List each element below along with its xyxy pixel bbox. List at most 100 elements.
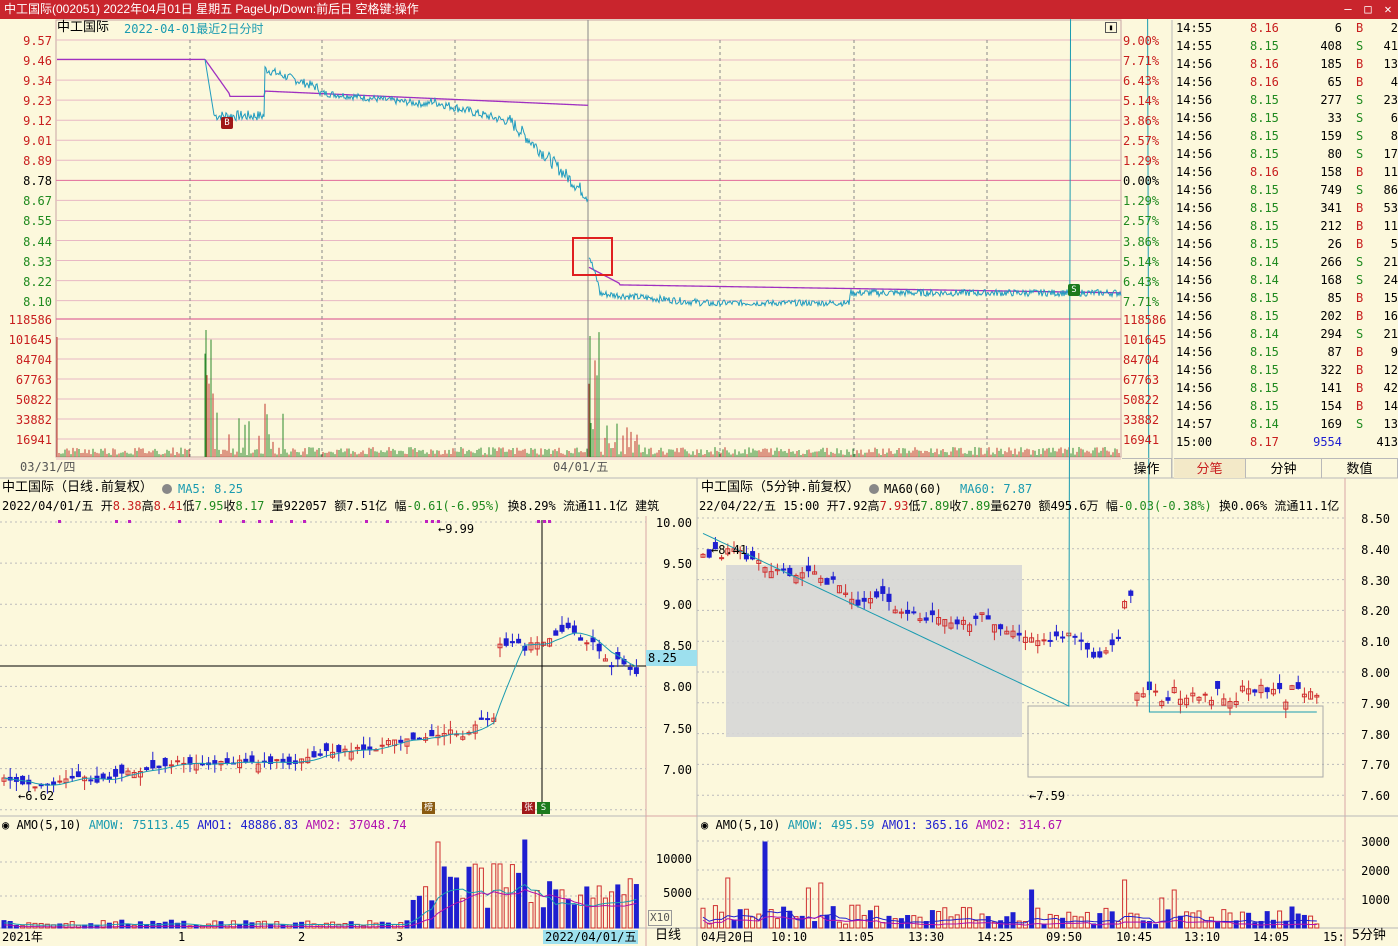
daily-candle [249, 755, 255, 763]
daily-period-label[interactable]: 日线 [655, 929, 681, 943]
tick-price: 8.14 [1250, 417, 1279, 431]
m5-candle [985, 615, 991, 620]
m5-amo-bar [1184, 911, 1190, 929]
m5-open-label: 开 [826, 499, 839, 513]
intraday-vol-label-5: 33882 [15, 413, 52, 427]
tick-count: 5 [1390, 237, 1398, 251]
m5-candle [880, 586, 886, 594]
tick-count: 9 [1390, 345, 1398, 359]
event-marker [270, 520, 273, 523]
m5-settings-icon[interactable] [869, 484, 879, 494]
m5-price-label-6: 7.90 [1361, 696, 1390, 711]
daily-badge-zhang[interactable]: 张 [522, 802, 535, 814]
m5-amo-bar [737, 909, 743, 929]
tick-time: 14:55 [1176, 21, 1213, 35]
daily-amo-bar [162, 921, 168, 929]
tick-price: 8.15 [1250, 129, 1279, 143]
minimize-button[interactable]: — [1338, 0, 1358, 19]
tick-price: 8.15 [1250, 147, 1279, 161]
daily-settings-icon[interactable] [162, 484, 172, 494]
tick-row: 14:56 8.16 158 B 11 [1174, 163, 1398, 181]
daily-candle [144, 767, 150, 771]
event-marker [548, 520, 551, 523]
m5-high: 7.93 [879, 499, 909, 513]
intraday-vol-label-right-6: 16941 [1123, 433, 1160, 447]
daily-price-label-2: 9.00 [663, 598, 692, 613]
daily-amo-bar [423, 886, 429, 929]
daily-amt: 7.51亿 [346, 499, 388, 513]
tick-count: 14 [1383, 399, 1398, 413]
m5-candle [719, 557, 725, 560]
m5-amo-bar [1165, 909, 1171, 929]
m5-x-label-7: 13:10 [1184, 930, 1221, 944]
m5-float: 11.1亿 [1298, 499, 1340, 513]
intraday-price-label-9: 8.55 [23, 214, 52, 229]
daily-amo-bar [621, 894, 627, 929]
tab-operate[interactable]: 操作 [1122, 458, 1172, 478]
tick-count: 413 [1376, 435, 1398, 449]
m5-candle [1097, 651, 1103, 658]
m5-x-label-6: 10:45 [1116, 930, 1153, 944]
m5-amo-bar [855, 904, 861, 929]
daily-candle [280, 758, 286, 763]
m5-amo-bar [905, 915, 911, 929]
daily-badge-s[interactable]: S [537, 802, 550, 814]
daily-x-label-4: 2022/04/01/五 [543, 930, 639, 944]
m5-amo-bar [929, 910, 935, 929]
m5-min-label: ←7.59 [1029, 789, 1066, 803]
tick-price: 8.15 [1250, 309, 1279, 323]
m5-price-label-0: 8.50 [1361, 512, 1390, 526]
intraday-pct-label-3: 5.14% [1123, 94, 1160, 109]
daily-candle [286, 756, 292, 765]
daily-candle [633, 667, 639, 675]
m5-candle [1264, 687, 1270, 693]
close-button[interactable]: ✕ [1378, 0, 1398, 19]
intraday-price-label-1: 9.46 [23, 54, 52, 69]
tab-minute[interactable]: 分钟 [1246, 458, 1322, 478]
daily-amo-toggle-icon[interactable]: ◉ [2, 818, 9, 832]
sell-marker[interactable]: S [1068, 284, 1080, 296]
m5-amo-toggle-icon[interactable]: ◉ [701, 818, 708, 832]
tab-values[interactable]: 数值 [1322, 458, 1398, 478]
m5-candle [781, 568, 787, 571]
m5-ma-value: MA60: 7.87 [960, 482, 1033, 496]
tick-price: 8.15 [1250, 219, 1279, 233]
buy-marker[interactable]: B [221, 117, 233, 129]
m5-ma-name: MA60(60) [884, 482, 942, 496]
event-marker [543, 520, 546, 523]
daily-amo-bar [261, 920, 267, 929]
tab-ticks[interactable]: 分笔 [1174, 458, 1246, 478]
daily-chg-label: 幅 [394, 499, 407, 513]
event-marker [258, 520, 261, 523]
m5-candle [824, 578, 830, 585]
tick-price: 8.15 [1250, 237, 1279, 251]
tick-price: 8.15 [1250, 93, 1279, 107]
avg-price-line [588, 266, 1122, 294]
tick-row: 14:56 8.14 294 S 21 [1174, 325, 1398, 343]
daily-amo-bar [528, 902, 534, 929]
daily-candle [485, 718, 491, 721]
daily-amo-bar [584, 886, 590, 929]
tick-volume: 85 [1327, 291, 1342, 305]
m5-amo-bar [1277, 910, 1283, 929]
daily-amo-bar [615, 884, 621, 929]
daily-candle [336, 745, 342, 753]
daily-badge-bang[interactable]: 榜 [422, 802, 435, 814]
tick-volume: 169 [1320, 417, 1342, 431]
m5-price-label-3: 8.20 [1361, 604, 1390, 619]
maximize-button[interactable]: □ [1358, 0, 1378, 19]
intraday-price-label-6: 8.89 [23, 154, 52, 169]
m5-amo-bar [1190, 912, 1196, 929]
tick-volume: 87 [1327, 345, 1342, 359]
tick-volume: 408 [1320, 39, 1342, 53]
panel-toggle-icon[interactable]: ▮ [1105, 22, 1117, 33]
tick-volume: 141 [1320, 381, 1342, 395]
tick-price: 8.14 [1250, 327, 1279, 341]
tick-count: 6 [1390, 111, 1398, 125]
m5-amo-bar [805, 887, 811, 929]
tick-price: 8.15 [1250, 399, 1279, 413]
daily-candle [478, 717, 484, 720]
m5-x-label-8: 14:05 [1253, 930, 1290, 944]
tick-count: 42 [1383, 381, 1398, 395]
m5-period-label[interactable]: 5分钟 [1352, 929, 1386, 943]
